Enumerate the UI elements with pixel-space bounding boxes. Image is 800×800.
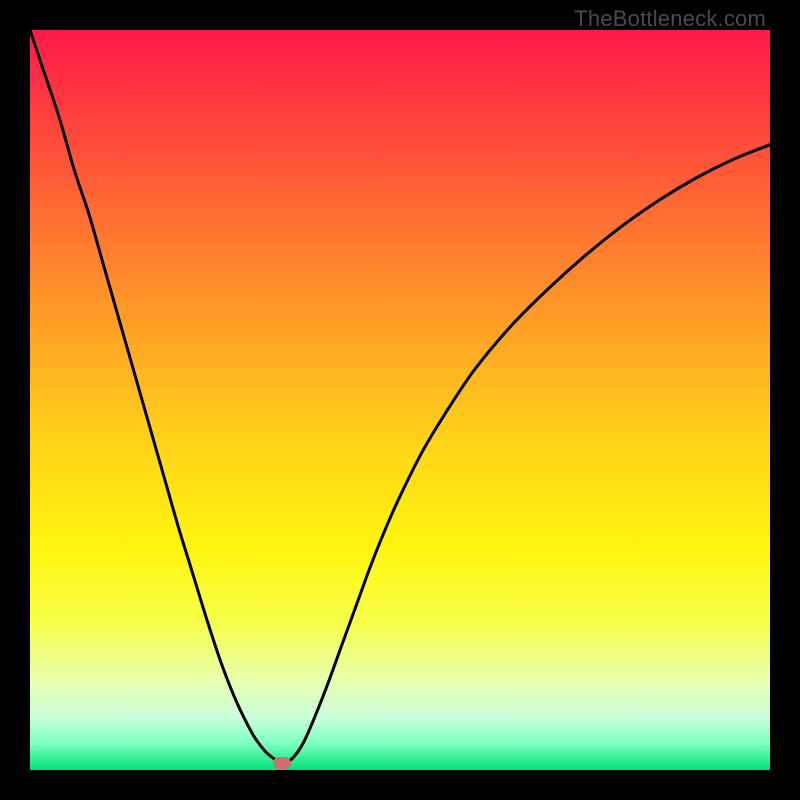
optimum-marker xyxy=(273,757,291,769)
chart-frame: TheBottleneck.com xyxy=(0,0,800,800)
watermark-text: TheBottleneck.com xyxy=(574,6,766,32)
plot-area xyxy=(30,30,770,770)
bottleneck-curve xyxy=(30,30,770,770)
